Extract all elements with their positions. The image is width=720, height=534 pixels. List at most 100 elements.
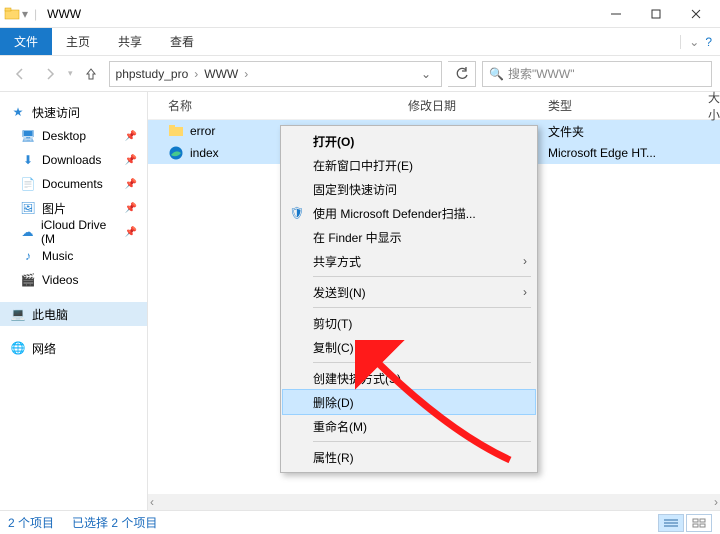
menu-label: 重命名(M) [313,418,367,435]
breadcrumb[interactable]: phpstudy_pro [116,67,189,81]
minimize-button[interactable] [596,0,636,28]
ctx-share-with[interactable]: 共享方式 › [283,249,535,273]
menu-separator [313,276,531,277]
sidebar-network[interactable]: 🌐网络 [0,336,147,360]
ctx-new-window[interactable]: 在新窗口中打开(E) [283,153,535,177]
address-box[interactable]: phpstudy_pro › WWW › ⌄ [109,61,442,87]
pc-icon: 💻 [10,306,26,322]
sidebar-item-label: 此电脑 [32,306,68,323]
details-view-button[interactable] [658,514,684,532]
breadcrumb[interactable]: WWW [204,67,238,81]
sidebar-item-documents[interactable]: 📄Documents📌 [0,172,147,196]
sidebar-item-videos[interactable]: 🎬 Videos [0,268,147,292]
search-input[interactable]: 🔍 搜索"WWW" [482,61,712,87]
status-bar: 2 个项目 已选择 2 个项目 [0,510,720,534]
view-switcher [658,514,712,532]
maximize-button[interactable] [636,0,676,28]
ctx-copy[interactable]: 复制(C) [283,335,535,359]
ctx-open[interactable]: 打开(O) [283,129,535,153]
ctx-cut[interactable]: 剪切(T) [283,311,535,335]
menu-label: 打开(O) [313,133,354,150]
column-name[interactable]: 名称 [148,97,408,114]
pin-icon: 📌 [125,131,137,142]
title-bar: ▾ | WWW [0,0,720,28]
tab-home[interactable]: 主页 [52,28,104,55]
sidebar-item-pictures[interactable]: 🖼图片📌 [0,196,147,220]
scroll-left-icon[interactable]: ‹ [150,495,154,509]
sidebar-item-label: 网络 [32,340,56,357]
forward-button[interactable] [38,62,62,86]
back-button[interactable] [8,62,32,86]
ctx-send-to[interactable]: 发送到(N)› [283,280,535,304]
ctx-defender-scan[interactable]: 🛡 使用 Microsoft Defender扫描... [283,201,535,225]
menu-separator [313,307,531,308]
sidebar-item-label: Documents [42,177,103,191]
quick-down-icon[interactable]: ▾ [22,7,28,21]
pin-icon: 📌 [125,203,137,214]
menu-label: 复制(C) [313,339,354,356]
pin-icon: 📌 [125,227,137,238]
breadcrumb-sep: › [244,67,248,81]
desktop-icon: 🖥 [20,128,36,144]
tab-share[interactable]: 共享 [104,28,156,55]
search-placeholder: 搜索"WWW" [508,65,575,82]
menu-label: 创建快捷方式(S) [313,370,401,387]
sidebar-item-icloud[interactable]: ☁ iCloud Drive (M 📌 [0,220,147,244]
menu-label: 使用 Microsoft Defender扫描... [313,205,476,222]
address-bar: ▾ phpstudy_pro › WWW › ⌄ 🔍 搜索"WWW" [0,56,720,92]
tab-view[interactable]: 查看 [156,28,208,55]
menu-label: 在 Finder 中显示 [313,229,402,246]
status-count: 2 个项目 [8,514,54,531]
search-icon: 🔍 [489,67,504,81]
separator: | [34,7,37,21]
pin-icon: 📌 [125,155,137,166]
music-icon: ♪ [20,248,36,264]
column-date[interactable]: 修改日期 [408,97,548,114]
folder-icon [168,123,184,139]
status-selected: 已选择 2 个项目 [72,514,157,531]
sidebar-item-label: Music [42,249,73,263]
menu-label: 固定到快速访问 [313,181,397,198]
file-type: Microsoft Edge HT... [548,146,708,160]
refresh-button[interactable] [448,61,476,87]
column-headers[interactable]: 名称 修改日期 类型 大小 [148,92,720,120]
menu-label: 删除(D) [313,394,354,411]
ctx-properties[interactable]: 属性(R) [283,445,535,469]
sidebar-item-label: Videos [42,273,78,287]
window-buttons [596,0,716,28]
sidebar-item-label: 快速访问 [32,104,80,121]
videos-icon: 🎬 [20,272,36,288]
edge-icon [168,145,184,161]
menu-label: 共享方式 [313,253,361,270]
ctx-finder[interactable]: 在 Finder 中显示 [283,225,535,249]
column-size[interactable]: 大小 [708,89,720,123]
cloud-icon: ☁ [20,224,35,240]
ctx-rename[interactable]: 重命名(M) [283,414,535,438]
thumbnails-view-button[interactable] [686,514,712,532]
chevron-down-icon[interactable]: ⌄ [680,35,699,49]
breadcrumb-sep: › [194,67,198,81]
recent-dropdown[interactable]: ▾ [68,68,73,79]
tab-file[interactable]: 文件 [0,28,52,55]
sidebar-this-pc[interactable]: 💻 此电脑 [0,302,147,326]
titlebar-icons: ▾ | [4,6,41,22]
up-button[interactable] [79,62,103,86]
sidebar-item-downloads[interactable]: ⬇Downloads📌 [0,148,147,172]
sidebar-item-music[interactable]: ♪ Music [0,244,147,268]
scroll-right-icon[interactable]: › [714,495,718,509]
close-button[interactable] [676,0,716,28]
column-type[interactable]: 类型 [548,97,708,114]
help-icon[interactable]: ? [705,35,712,49]
ctx-pin-quick[interactable]: 固定到快速访问 [283,177,535,201]
address-dropdown-icon[interactable]: ⌄ [417,67,435,81]
shield-icon: 🛡 [289,205,305,221]
sidebar-quick-access[interactable]: ★ 快速访问 [0,100,147,124]
sidebar-item-label: Desktop [42,129,86,143]
submenu-arrow-icon: › [523,254,527,268]
sidebar-item-desktop[interactable]: 🖥 Desktop 📌 [0,124,147,148]
horizontal-scrollbar[interactable]: ‹ › [148,494,720,510]
ctx-delete[interactable]: 删除(D) [283,390,535,414]
menu-separator [313,362,531,363]
ctx-create-shortcut[interactable]: 创建快捷方式(S) [283,366,535,390]
sidebar-item-label: iCloud Drive (M [41,218,119,246]
